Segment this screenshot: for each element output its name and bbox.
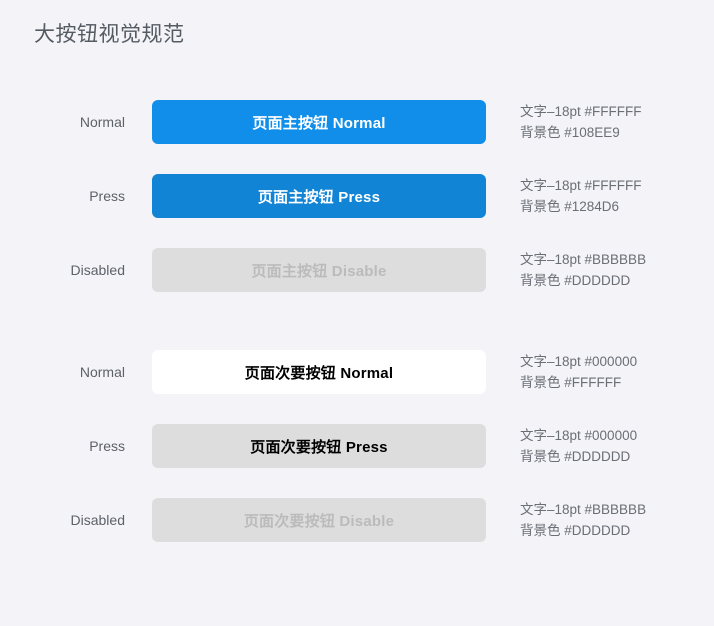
spec-row: Normal 页面主按钮 Normal 文字–18pt #FFFFFF 背景色 …	[0, 100, 714, 144]
state-label-secondary-press: Press	[89, 438, 125, 454]
background-spec: 背景色 #FFFFFF	[520, 375, 622, 390]
spec-row: Disabled 页面主按钮 Disable 文字–18pt #BBBBBB 背…	[0, 248, 714, 292]
text-spec: 文字–18pt #BBBBBB	[520, 502, 647, 517]
primary-button-normal[interactable]: 页面主按钮 Normal	[152, 100, 486, 144]
annotation-secondary-press: 文字–18pt #000000 背景色 #DDDDDD	[520, 424, 710, 468]
primary-button-press[interactable]: 页面主按钮 Press	[152, 174, 486, 218]
background-spec: 背景色 #DDDDDD	[520, 273, 631, 288]
text-spec: 文字–18pt #000000	[520, 428, 638, 443]
spec-row: Press 页面次要按钮 Press 文字–18pt #000000 背景色 #…	[0, 424, 714, 468]
annotation-secondary-disabled: 文字–18pt #BBBBBB 背景色 #DDDDDD	[520, 498, 710, 542]
annotation-secondary-normal: 文字–18pt #000000 背景色 #FFFFFF	[520, 350, 710, 394]
text-spec: 文字–18pt #000000	[520, 354, 638, 369]
state-label-primary-press: Press	[89, 188, 125, 204]
text-spec: 文字–18pt #FFFFFF	[520, 104, 642, 119]
state-label-primary-disabled: Disabled	[70, 262, 125, 278]
background-spec: 背景色 #DDDDDD	[520, 523, 631, 538]
button-spec-page: 大按钮视觉规范 Normal 页面主按钮 Normal 文字–18pt #FFF…	[0, 0, 714, 626]
annotation-primary-press: 文字–18pt #FFFFFF 背景色 #1284D6	[520, 174, 710, 218]
spec-row: Normal 页面次要按钮 Normal 文字–18pt #000000 背景色…	[0, 350, 714, 394]
state-label-primary-normal: Normal	[79, 114, 125, 130]
page-title: 大按钮视觉规范	[34, 23, 185, 46]
annotation-primary-normal: 文字–18pt #FFFFFF 背景色 #108EE9	[520, 100, 710, 144]
state-label-secondary-normal: Normal	[79, 364, 125, 380]
primary-button-disabled: 页面主按钮 Disable	[152, 248, 486, 292]
secondary-button-press[interactable]: 页面次要按钮 Press	[152, 424, 486, 468]
state-label-secondary-disabled: Disabled	[70, 512, 125, 528]
text-spec: 文字–18pt #BBBBBB	[520, 252, 647, 267]
text-spec: 文字–18pt #FFFFFF	[520, 178, 642, 193]
secondary-button-normal[interactable]: 页面次要按钮 Normal	[152, 350, 486, 394]
secondary-button-disabled: 页面次要按钮 Disable	[152, 498, 486, 542]
background-spec: 背景色 #DDDDDD	[520, 449, 631, 464]
annotation-primary-disabled: 文字–18pt #BBBBBB 背景色 #DDDDDD	[520, 248, 710, 292]
spec-row: Disabled 页面次要按钮 Disable 文字–18pt #BBBBBB …	[0, 498, 714, 542]
background-spec: 背景色 #108EE9	[520, 125, 620, 140]
background-spec: 背景色 #1284D6	[520, 199, 620, 214]
spec-row: Press 页面主按钮 Press 文字–18pt #FFFFFF 背景色 #1…	[0, 174, 714, 218]
